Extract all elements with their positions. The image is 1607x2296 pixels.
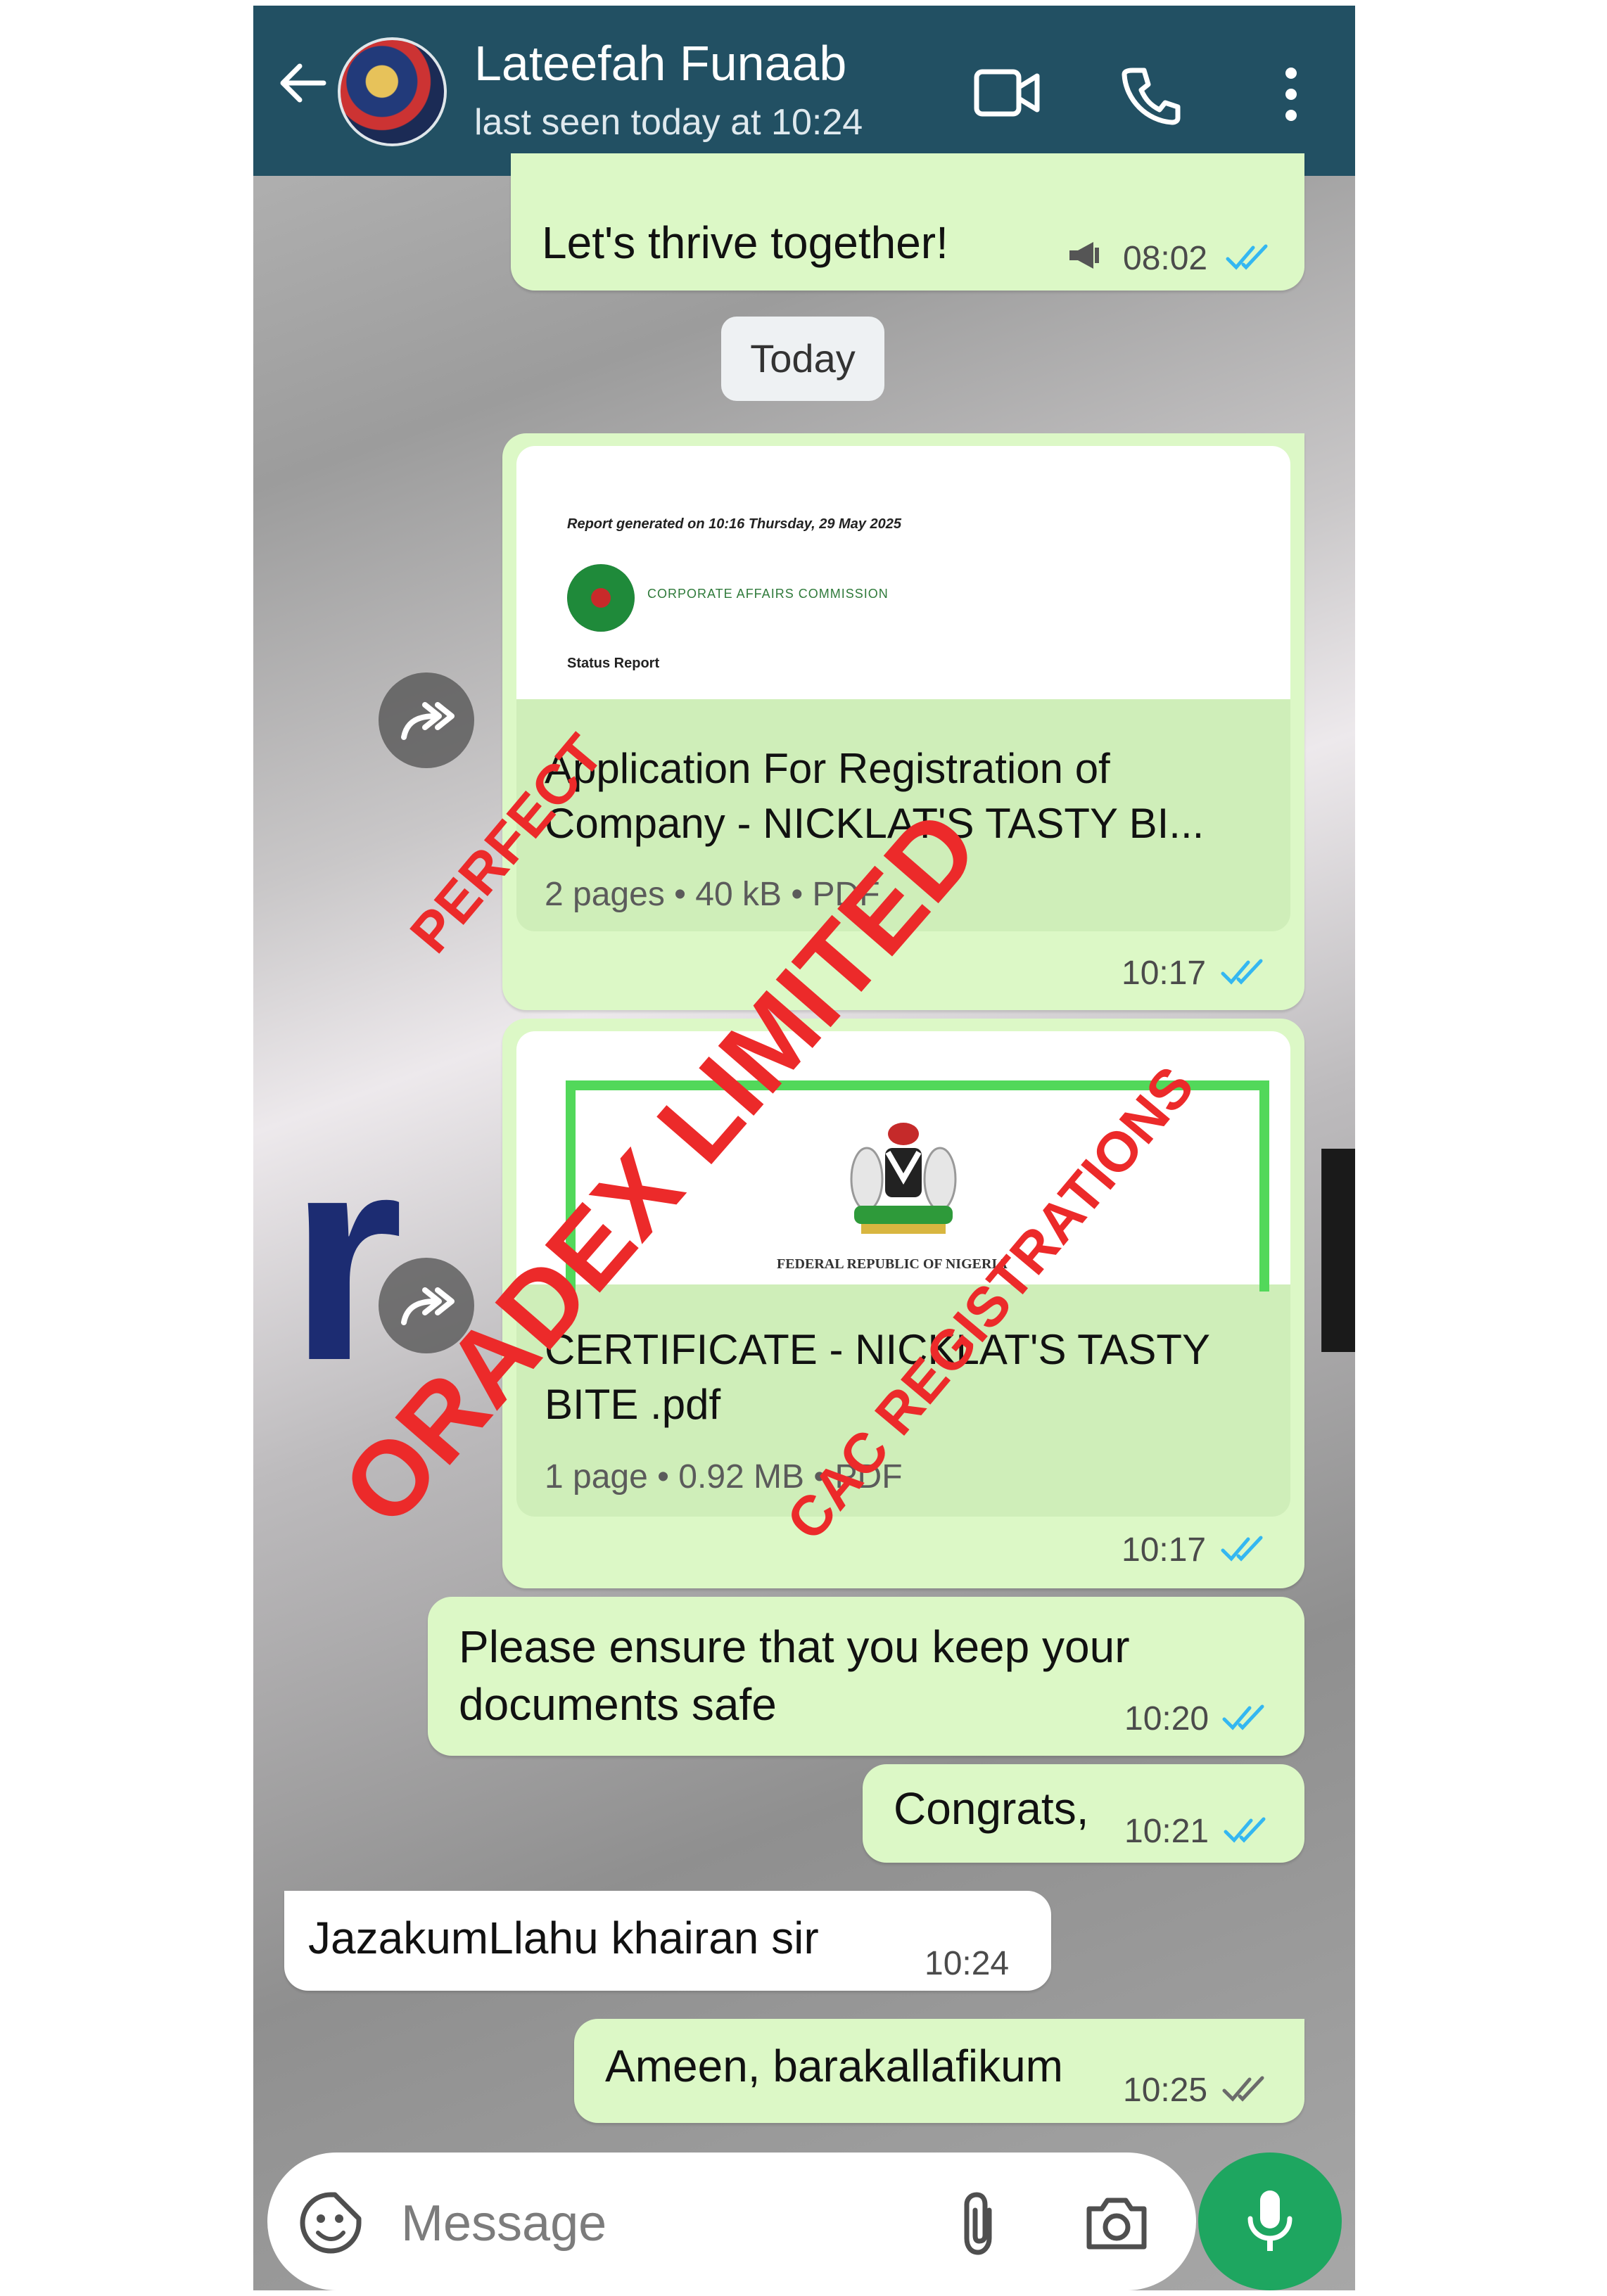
video-call-icon[interactable]: [972, 65, 1043, 121]
mic-button[interactable]: [1198, 2152, 1342, 2290]
date-chip: Today: [721, 317, 884, 401]
read-ticks-icon: [1221, 1536, 1263, 1562]
read-ticks-icon: [1222, 1704, 1264, 1730]
forward-button[interactable]: [379, 672, 474, 768]
message-text: Let's thrive together!: [542, 217, 948, 268]
preview-report-date: Report generated on 10:16 Thursday, 29 M…: [567, 516, 901, 532]
background-letter-k: K: [1302, 1103, 1355, 1398]
outgoing-message[interactable]: Congrats, 10:21: [863, 1764, 1304, 1863]
message-text-line2: documents safe: [459, 1679, 777, 1730]
cac-logo: [567, 564, 635, 632]
message-time: 10:17: [1122, 955, 1207, 992]
chat-screen: r K Lateefah Funaab last seen today at 1…: [253, 6, 1355, 2290]
outgoing-message[interactable]: Please ensure that you keep your documen…: [428, 1597, 1304, 1756]
camera-icon[interactable]: [1084, 2192, 1150, 2252]
read-ticks-icon: [1221, 959, 1263, 985]
message-input[interactable]: Message: [401, 2195, 606, 2252]
preview-logo-text: CORPORATE AFFAIRS COMMISSION: [647, 587, 889, 601]
document-name: Application For Registration of: [545, 745, 1110, 792]
back-arrow-icon[interactable]: [274, 55, 331, 111]
attach-icon[interactable]: [954, 2189, 1003, 2257]
document-name: CERTIFICATE - NICKLAT'S TASTY: [545, 1326, 1211, 1373]
outgoing-message[interactable]: Ameen, barakallafikum 10:25: [574, 2019, 1304, 2123]
avatar[interactable]: [338, 37, 447, 146]
megaphone-icon: [1069, 242, 1099, 269]
voice-call-icon[interactable]: [1120, 65, 1182, 127]
message-time: 10:21: [1124, 1813, 1209, 1850]
message-text: Ameen, barakallafikum: [605, 2041, 1063, 2091]
message-input-bar[interactable]: Message: [267, 2152, 1196, 2290]
message-time: 10:17: [1122, 1531, 1207, 1569]
message-text: Please ensure that you keep your: [459, 1621, 1130, 1672]
message-time: 10:25: [1123, 2072, 1208, 2109]
forward-icon: [401, 702, 455, 740]
delivered-ticks-icon: [1222, 2076, 1264, 2102]
message-time: 10:24: [925, 1945, 1010, 1982]
last-seen-status: last seen today at 10:24: [474, 102, 863, 143]
coat-of-arms-emblem: [850, 1123, 957, 1234]
read-ticks-icon: [1224, 1817, 1266, 1843]
mic-icon: [1247, 2190, 1292, 2251]
read-ticks-icon: [1226, 244, 1268, 270]
incoming-message[interactable]: JazakumLlahu khairan sir 10:24: [284, 1891, 1051, 1991]
preview-status-report: Status Report: [567, 656, 660, 671]
preview-caption: FEDERAL REPUBLIC OF NIGERIA: [777, 1256, 1008, 1272]
document-preview: Report generated on 10:16 Thursday, 29 M…: [516, 446, 1290, 699]
message-time: 10:20: [1124, 1700, 1209, 1737]
sticker-icon[interactable]: [298, 2190, 363, 2255]
outgoing-message[interactable]: Let's thrive together! 08:02: [511, 153, 1304, 291]
chat-header: Lateefah Funaab last seen today at 10:24: [253, 6, 1355, 176]
message-text: JazakumLlahu khairan sir: [308, 1913, 819, 1963]
message-text: Congrats,: [894, 1783, 1089, 1834]
more-options-icon[interactable]: [1281, 65, 1302, 124]
document-name-line2: BITE .pdf: [545, 1381, 721, 1428]
contact-name[interactable]: Lateefah Funaab: [474, 35, 846, 91]
message-time: 08:02: [1123, 240, 1208, 277]
